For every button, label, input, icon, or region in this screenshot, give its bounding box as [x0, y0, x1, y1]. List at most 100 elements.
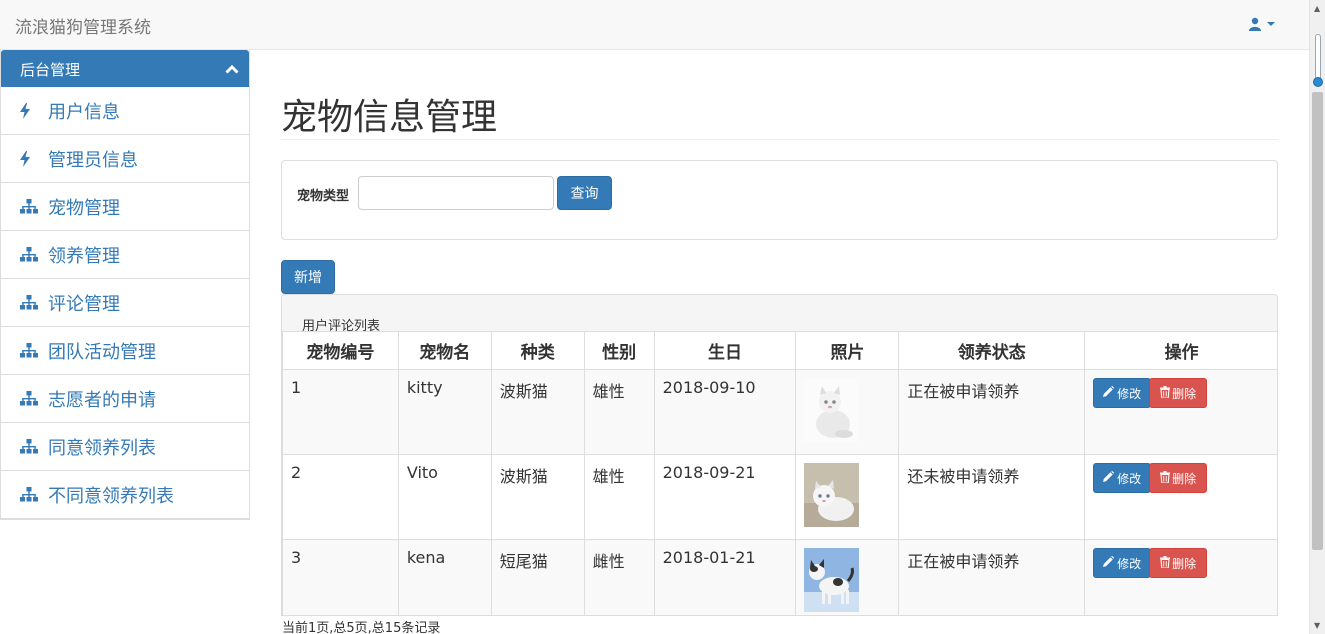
sidebar-header[interactable]: 后台管理 [1, 50, 249, 87]
cell-actions: 修改 删除 [1084, 539, 1277, 615]
sidebar-item-label: 志愿者的申请 [48, 389, 156, 411]
pet-photo [795, 539, 900, 615]
edit-button-label: 修改 [1117, 471, 1142, 486]
sidebar-item-8[interactable]: 同意领养列表 [1, 423, 249, 471]
table-header-row: 宠物编号 宠物名 种类 性别 生日 照片 领养状态 操作 [282, 331, 1277, 370]
sidebar-header-label: 后台管理 [20, 61, 81, 79]
cell-name: kitty [397, 369, 492, 455]
sidebar-item-label: 评论管理 [48, 293, 120, 315]
column-header: 照片 [795, 331, 900, 370]
sitemap-icon [20, 343, 48, 358]
cell-name: Vito [397, 454, 492, 540]
pet-table: 宠物编号 宠物名 种类 性别 生日 照片 领养状态 操作 1 kitty 波斯猫 雄性 2018-09… [282, 331, 1277, 615]
top-navbar: 流浪猫狗管理系统 [0, 0, 1309, 50]
cell-birthday: 2018-09-21 [653, 454, 797, 540]
scroll-up-arrow-icon[interactable]: ▲ [1314, 4, 1320, 13]
app-brand[interactable]: 流浪猫狗管理系统 [15, 13, 151, 38]
edit-button[interactable]: 修改 [1093, 378, 1152, 408]
cell-status: 正在被申请领养 [898, 539, 1086, 615]
page-title: 宠物信息管理 [281, 97, 498, 138]
sidebar-item-label: 宠物管理 [48, 197, 120, 219]
bolt-icon [20, 102, 48, 119]
title-divider [281, 139, 1278, 140]
cell-status: 还未被申请领养 [898, 454, 1086, 540]
trash-icon [1160, 385, 1171, 401]
trash-icon [1160, 470, 1171, 486]
column-header: 宠物编号 [282, 331, 399, 370]
delete-button[interactable]: 删除 [1149, 548, 1208, 578]
pagination-info: 当前1页,总5页,总15条记录 [282, 621, 441, 634]
delete-button[interactable]: 删除 [1149, 378, 1208, 408]
cell-kind: 短尾猫 [490, 539, 585, 615]
column-header: 领养状态 [898, 331, 1086, 370]
caret-down-icon [1267, 22, 1276, 26]
sidebar-item-6[interactable]: 团队活动管理 [1, 327, 249, 375]
edit-button[interactable]: 修改 [1093, 463, 1152, 493]
sidebar-item-label: 管理员信息 [48, 149, 138, 171]
table-row: 1 kitty 波斯猫 雄性 2018-09-10 正在被申请领养 修改 删除 [282, 369, 1277, 455]
sidebar-item-2[interactable]: 管理员信息 [1, 135, 249, 183]
sidebar-item-label: 同意领养列表 [48, 437, 156, 459]
pet-photo [795, 454, 900, 540]
sitemap-icon [20, 247, 48, 262]
column-header: 种类 [490, 331, 585, 370]
sidebar-item-4[interactable]: 领养管理 [1, 231, 249, 279]
cell-birthday: 2018-01-21 [653, 539, 797, 615]
cell-actions: 修改 删除 [1084, 454, 1277, 540]
thermometer-indicator-icon [1315, 34, 1321, 80]
sidebar-item-label: 领养管理 [48, 245, 120, 267]
sitemap-icon [20, 439, 48, 454]
query-button[interactable]: 查询 [557, 176, 612, 210]
cell-kind: 波斯猫 [490, 369, 585, 455]
table-row: 3 kena 短尾猫 雌性 2018-01-21 正在被申请领养 修改 删除 [282, 539, 1277, 615]
column-header: 生日 [653, 331, 797, 370]
scroll-down-arrow-icon[interactable]: ▼ [1314, 621, 1320, 630]
sidebar-item-7[interactable]: 志愿者的申请 [1, 375, 249, 423]
pet-photo [795, 369, 900, 455]
cell-kind: 波斯猫 [490, 454, 585, 540]
sidebar-item-1[interactable]: 用户信息 [1, 87, 249, 135]
chevron-up-icon[interactable] [225, 64, 239, 74]
edit-button[interactable]: 修改 [1093, 548, 1152, 578]
search-panel: 宠物类型 查询 [281, 160, 1278, 240]
sidebar: 后台管理 用户信息管理员信息宠物管理领养管理评论管理团队活动管理 志愿者的申请 同意… [0, 50, 250, 520]
edit-button-label: 修改 [1117, 556, 1142, 571]
cell-sex: 雄性 [583, 454, 655, 540]
sidebar-item-3[interactable]: 宠物管理 [1, 183, 249, 231]
cell-name: kena [397, 539, 492, 615]
pet-type-label: 宠物类型 [297, 189, 350, 204]
cell-id: 3 [282, 539, 399, 615]
user-menu-toggle[interactable] [1249, 16, 1276, 35]
pencil-icon [1103, 471, 1115, 485]
cell-actions: 修改 删除 [1084, 369, 1277, 455]
delete-button-label: 删除 [1172, 471, 1197, 486]
column-header: 操作 [1084, 331, 1277, 370]
table-row: 2 Vito 波斯猫 雄性 2018-09-21 还未被申请领养 修改 删除 [282, 454, 1277, 540]
pencil-icon [1103, 386, 1115, 400]
user-icon [1249, 17, 1261, 31]
cell-status: 正在被申请领养 [898, 369, 1086, 455]
add-button[interactable]: 新增 [281, 260, 335, 294]
cell-sex: 雄性 [583, 369, 655, 455]
scrollbar-thumb[interactable] [1312, 92, 1323, 550]
thermometer-bulb-icon [1313, 77, 1323, 87]
sidebar-item-9[interactable]: 不同意领养列表 [1, 471, 249, 519]
sidebar-item-label: 不同意领养列表 [48, 485, 174, 507]
delete-button-label: 删除 [1172, 386, 1197, 401]
sitemap-icon [20, 487, 48, 502]
sitemap-icon [20, 295, 48, 310]
column-header: 宠物名 [397, 331, 492, 370]
sitemap-icon [20, 199, 48, 214]
column-header: 性别 [583, 331, 655, 370]
delete-button-label: 删除 [1172, 556, 1197, 571]
cell-birthday: 2018-09-10 [653, 369, 797, 455]
cell-id: 1 [282, 369, 399, 455]
bolt-icon [20, 150, 48, 167]
pet-type-input[interactable] [358, 176, 554, 210]
cell-sex: 雌性 [583, 539, 655, 615]
trash-icon [1160, 555, 1171, 571]
delete-button[interactable]: 删除 [1149, 463, 1208, 493]
sidebar-item-label: 团队活动管理 [48, 341, 156, 363]
sidebar-item-5[interactable]: 评论管理 [1, 279, 249, 327]
page-scrollbar[interactable]: ▲ ▼ [1309, 0, 1325, 634]
